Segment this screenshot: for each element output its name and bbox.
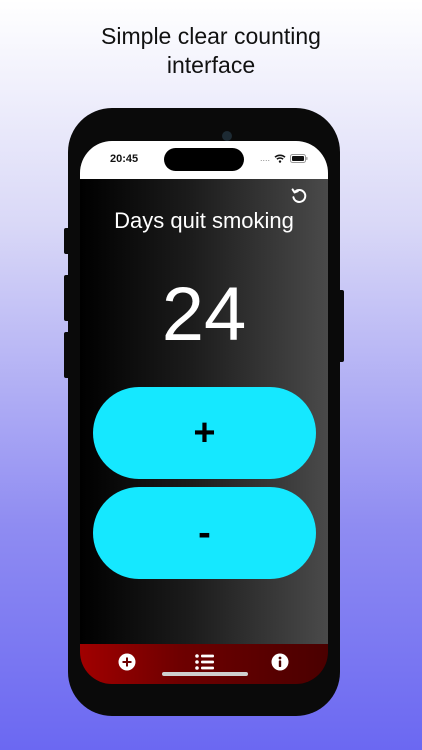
status-bar: 20:45 .... bbox=[80, 141, 328, 179]
wifi-icon bbox=[274, 154, 286, 163]
decrement-button[interactable]: - bbox=[93, 487, 316, 579]
battery-icon bbox=[290, 153, 308, 163]
add-circle-icon[interactable] bbox=[118, 653, 136, 671]
phone-side-button bbox=[64, 228, 70, 254]
counter-view: Days quit smoking 24 + - bbox=[80, 179, 328, 644]
status-time: 20:45 bbox=[110, 153, 139, 165]
dynamic-island bbox=[164, 148, 244, 171]
promo-headline-line2: interface bbox=[166, 52, 256, 78]
increment-button[interactable]: + bbox=[93, 387, 316, 479]
counter-title: Days quit smoking bbox=[114, 208, 294, 233]
reset-icon[interactable] bbox=[290, 187, 308, 205]
phone-screen: 20:45 .... Days quit smoking 24 + - bbox=[80, 141, 328, 684]
phone-volume-up bbox=[64, 275, 70, 321]
tab-bar bbox=[80, 644, 328, 684]
phone-volume-down bbox=[64, 332, 70, 378]
list-icon[interactable] bbox=[195, 653, 215, 671]
signal-dots: .... bbox=[259, 153, 270, 163]
promo-headline-line1: Simple clear counting bbox=[101, 23, 321, 49]
promo-headline: Simple clear counting interface bbox=[0, 22, 422, 80]
status-icons: .... bbox=[260, 153, 308, 163]
phone-power-button bbox=[338, 290, 344, 362]
home-indicator bbox=[162, 672, 248, 676]
info-icon[interactable] bbox=[271, 653, 289, 671]
counter-value: 24 bbox=[161, 272, 247, 357]
front-camera bbox=[222, 131, 232, 141]
